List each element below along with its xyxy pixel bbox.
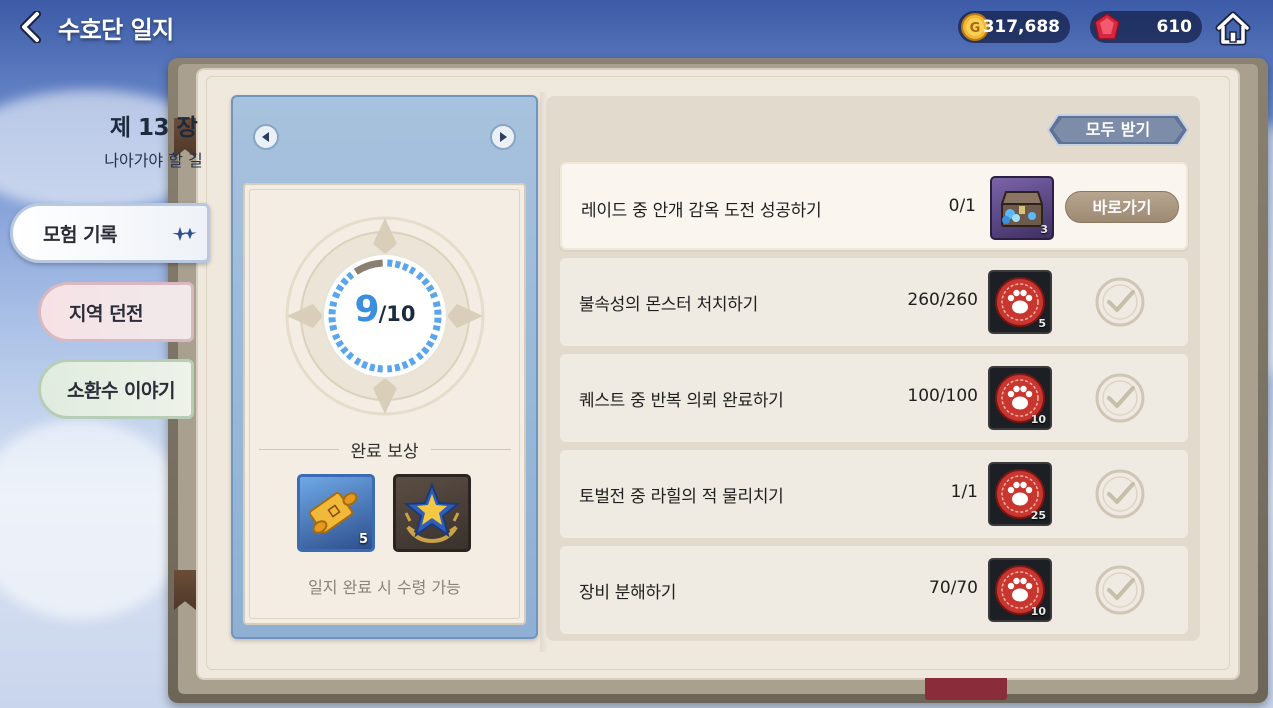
reward-slot-scroll[interactable]: 5 <box>297 474 375 552</box>
next-chapter-button[interactable] <box>490 124 516 150</box>
completed-check-icon <box>1095 373 1145 423</box>
quest-description: 토벌전 중 라힐의 적 물리치기 <box>579 487 784 507</box>
quest-progress: 70/70 <box>929 578 978 598</box>
go-to-button[interactable]: 바로가기 <box>1065 191 1179 223</box>
reward-count: 5 <box>1038 317 1046 330</box>
tab-label: 소환수 이야기 <box>67 379 176 402</box>
quest-row: 토벌전 중 라힐의 적 물리치기 1/1 25 <box>560 450 1188 538</box>
reward-count: 10 <box>1030 605 1046 618</box>
quest-row: 장비 분해하기 70/70 10 <box>560 546 1188 634</box>
quest-progress: 260/260 <box>907 290 978 310</box>
progress-total: /10 <box>378 302 416 326</box>
completed-check-icon <box>1095 565 1145 615</box>
tab-summon-story[interactable]: 소환수 이야기 <box>38 359 194 419</box>
reward-note: 일지 완료 시 수령 가능 <box>308 578 461 597</box>
chevron-left-icon <box>20 11 41 43</box>
home-icon[interactable] <box>1214 10 1252 46</box>
top-bar: 수호단 일지 G 317,688 610 <box>0 0 1273 56</box>
quest-row: 불속성의 몬스터 처치하기 260/260 5 <box>560 258 1188 346</box>
red-gem-icon <box>1094 13 1120 40</box>
quest-description: 레이드 중 안개 감옥 도전 성공하기 <box>581 201 822 221</box>
triangle-left-icon <box>262 132 269 142</box>
quest-reward-slot[interactable]: 3 <box>990 176 1054 240</box>
quest-reward-slot[interactable]: 10 <box>988 366 1052 430</box>
cloud <box>0 420 190 620</box>
tab-adventure-log[interactable]: 모험 기록 <box>10 203 210 263</box>
quest-reward-slot[interactable]: 10 <box>988 558 1052 622</box>
reward-count: 3 <box>1040 223 1048 236</box>
tab-label: 모험 기록 <box>43 223 118 246</box>
progress-readout: 9/10 <box>283 289 487 330</box>
quest-description: 장비 분해하기 <box>579 583 677 603</box>
quest-progress: 0/1 <box>948 196 976 216</box>
completed-check-icon <box>1095 469 1145 519</box>
reward-title: 완료 보상 <box>350 442 419 462</box>
star-emblem-icon <box>403 482 461 544</box>
quest-progress: 100/100 <box>907 386 978 406</box>
claim-all-label: 모두 받기 <box>1085 120 1151 139</box>
quest-progress: 1/1 <box>950 482 978 502</box>
svg-text:G: G <box>970 21 981 36</box>
quest-row: 퀘스트 중 반복 의뢰 완료하기 100/100 10 <box>560 354 1188 442</box>
quest-reward-slot[interactable]: 5 <box>988 270 1052 334</box>
chapter-subtitle: 나아가야 할 길 <box>104 151 203 170</box>
quest-description: 불속성의 몬스터 처치하기 <box>579 295 758 315</box>
sparkle-icon <box>172 227 197 241</box>
tab-region-dungeon[interactable]: 지역 던전 <box>38 282 194 342</box>
screen-title: 수호단 일지 <box>58 16 174 44</box>
gem-amount: 610 <box>1156 17 1193 37</box>
reward-count: 25 <box>1030 509 1046 522</box>
quest-reward-slot[interactable]: 25 <box>988 462 1052 526</box>
tab-label: 지역 던전 <box>69 302 144 325</box>
triangle-right-icon <box>500 132 507 142</box>
gold-counter: G 317,688 <box>958 11 1070 43</box>
quest-row: 레이드 중 안개 감옥 도전 성공하기 0/1 3 바로가기 <box>560 162 1188 250</box>
reward-count: 5 <box>358 532 368 547</box>
reward-count: 10 <box>1030 413 1046 426</box>
quest-description: 퀘스트 중 반복 의뢰 완료하기 <box>579 391 784 411</box>
ribbon-marker <box>925 678 1007 700</box>
back-button[interactable] <box>14 10 50 44</box>
reward-slot-star[interactable] <box>393 474 471 552</box>
gold-amount: 317,688 <box>982 17 1060 37</box>
gem-counter: 610 <box>1090 11 1202 43</box>
prev-chapter-button[interactable] <box>253 124 279 150</box>
progress-current: 9 <box>354 289 380 330</box>
completed-check-icon <box>1095 277 1145 327</box>
